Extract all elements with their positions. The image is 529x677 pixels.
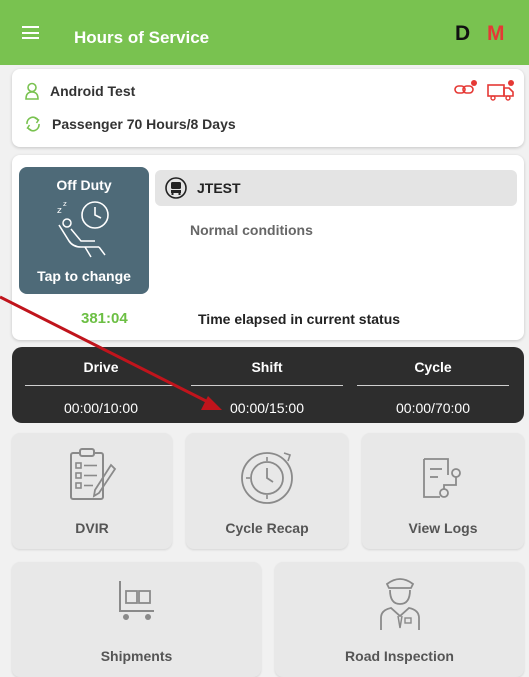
shift-clock: Shift 00:00/15:00 (191, 347, 343, 416)
logs-icon (423, 458, 461, 498)
person-icon (25, 82, 39, 100)
vehicle-name: JTEST (197, 180, 241, 196)
officer-icon (379, 578, 420, 630)
link-disconnected-icon[interactable] (452, 79, 480, 97)
messages-badge[interactable]: M (487, 22, 505, 46)
cycle-arrows-icon (26, 116, 40, 132)
tile-label: View Logs (408, 520, 478, 536)
resting-driver-icon: z z (57, 200, 109, 258)
cycle-recap-tile[interactable]: Cycle Recap (186, 433, 348, 549)
ruleset-label: Passenger 70 Hours/8 Days (52, 116, 236, 132)
vehicle-selector[interactable]: JTEST (155, 170, 517, 206)
status-card: Off Duty z z Tap to change JTEST Normal … (12, 155, 524, 340)
divider (191, 385, 343, 386)
driver-badge[interactable]: D (455, 22, 470, 46)
divider (25, 385, 177, 386)
stopwatch-icon (241, 452, 293, 504)
cart-icon (118, 581, 154, 620)
svg-text:z: z (57, 206, 62, 216)
user-name: Android Test (50, 83, 136, 99)
drive-clock: Drive 00:00/10:00 (25, 347, 177, 416)
timer-label: Cycle (414, 359, 452, 375)
tile-label: Cycle Recap (225, 520, 309, 536)
page-title: Hours of Service (74, 28, 210, 47)
tile-label: Road Inspection (345, 648, 454, 664)
dvir-tile[interactable]: DVIR (12, 433, 172, 549)
conditions-text: Normal conditions (190, 222, 313, 238)
timer-value: 00:00/70:00 (396, 400, 470, 416)
connection-status (452, 79, 516, 101)
timer-label: Shift (251, 359, 283, 375)
road-inspection-tile[interactable]: Road Inspection (275, 562, 524, 677)
tile-label: DVIR (75, 520, 109, 536)
hos-clocks: Drive 00:00/10:00 Shift 00:00/15:00 Cycl… (12, 347, 524, 423)
cycle-clock: Cycle 00:00/70:00 (357, 347, 509, 416)
duty-status-button[interactable]: Off Duty z z Tap to change (19, 167, 149, 294)
app-bar: Hours of Service D M (0, 0, 529, 65)
divider (357, 385, 509, 386)
user-row: Android Test (24, 82, 135, 100)
timer-value: 00:00/15:00 (230, 400, 304, 416)
elapsed-time: 381:04 (81, 310, 128, 327)
elapsed-time-label: Time elapsed in current status (198, 311, 401, 327)
user-card: Android Test Passenger 70 Hours/8 Days (12, 69, 524, 147)
truck-disconnected-icon[interactable] (486, 79, 516, 101)
timer-label: Drive (83, 359, 119, 375)
vehicle-icon (165, 177, 187, 199)
tile-label: Shipments (100, 648, 173, 664)
duty-status-label: Off Duty (56, 177, 112, 193)
timer-value: 00:00/10:00 (64, 400, 138, 416)
svg-text:z: z (63, 200, 67, 208)
ruleset-row: Passenger 70 Hours/8 Days (24, 115, 236, 133)
shipments-tile[interactable]: Shipments (12, 562, 261, 677)
view-logs-tile[interactable]: View Logs (362, 433, 524, 549)
hamburger-menu-icon[interactable] (22, 26, 39, 39)
clipboard-icon (70, 448, 117, 500)
duty-change-hint: Tap to change (37, 268, 131, 284)
